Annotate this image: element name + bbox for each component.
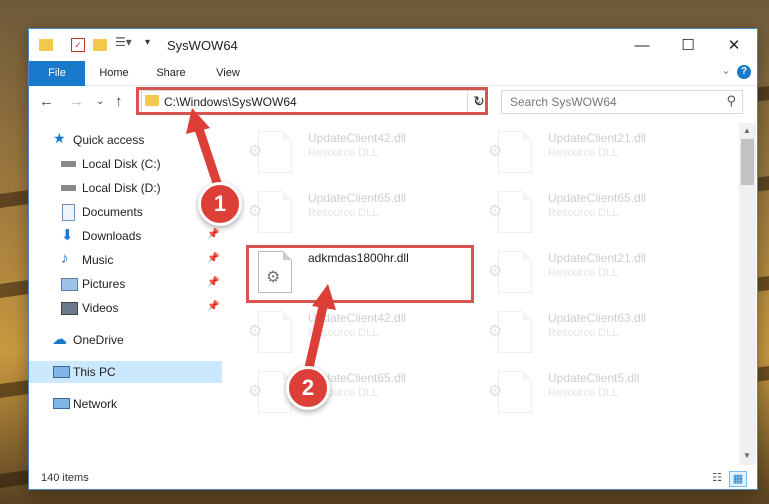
arrow-2 bbox=[303, 284, 336, 377]
callout-1: 1 bbox=[198, 182, 242, 226]
annotation-arrows bbox=[186, 108, 336, 377]
callout-2: 2 bbox=[286, 366, 330, 410]
arrow-1 bbox=[186, 108, 223, 191]
